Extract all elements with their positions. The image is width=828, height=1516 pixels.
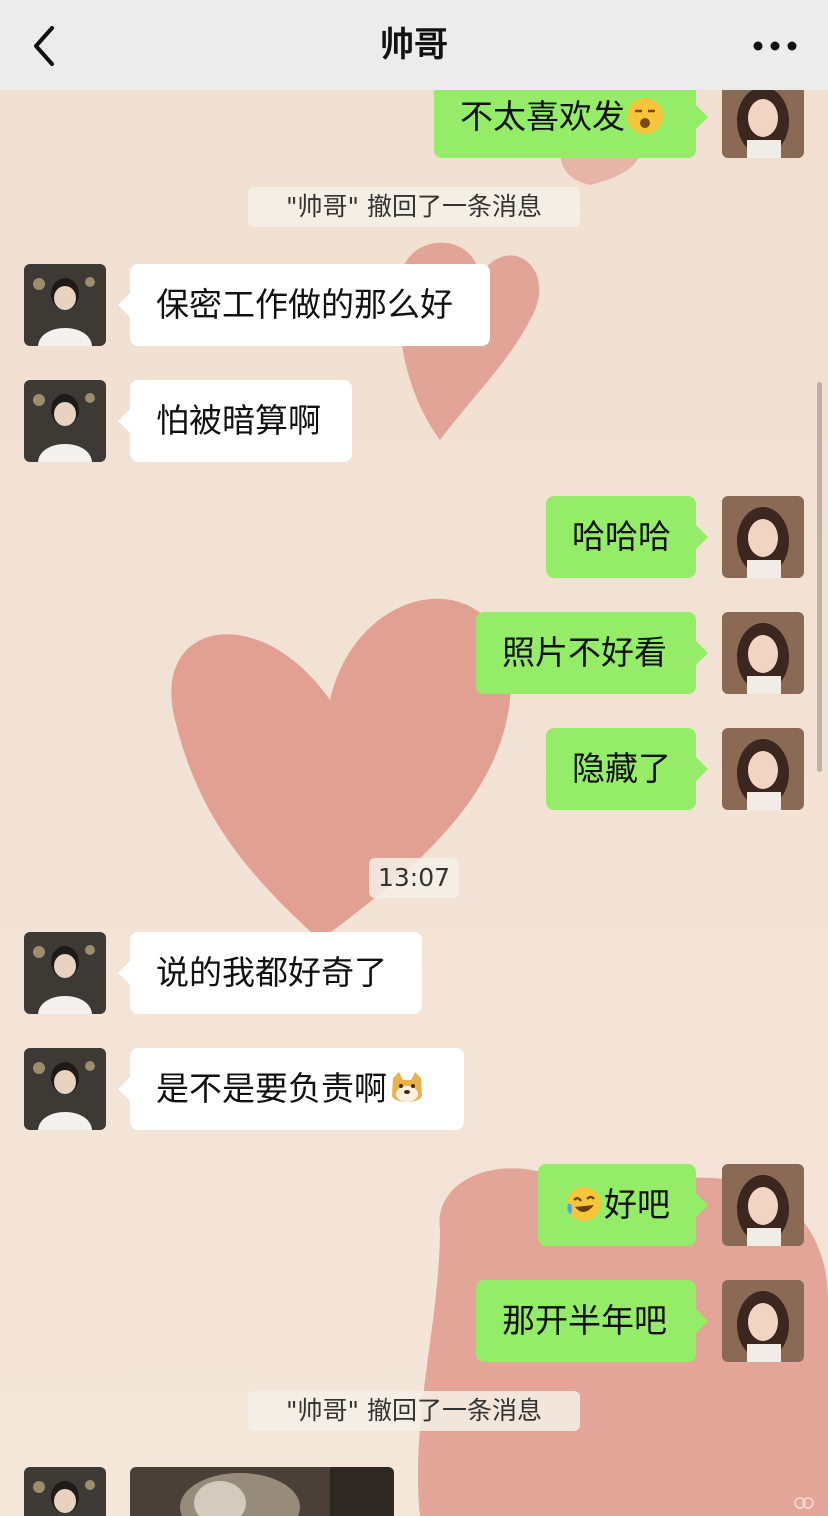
message-bubble[interactable]: 保密工作做的那么好	[118, 264, 490, 346]
sleepy-face-emoji	[627, 97, 663, 134]
avatar-other[interactable]	[24, 264, 106, 346]
message-bubble[interactable]: 那开半年吧	[476, 1280, 708, 1362]
avatar-me[interactable]	[722, 728, 804, 810]
chat-title: 帅哥	[380, 25, 448, 65]
watermark-icon	[794, 1497, 814, 1509]
scrollbar[interactable]	[817, 382, 822, 772]
message-bubble[interactable]: 怕被暗算啊	[118, 380, 352, 462]
message-text: 好吧	[604, 1185, 670, 1224]
message-text: 哈哈哈	[572, 517, 671, 556]
message-bubble[interactable]: 说的我都好奇了	[118, 932, 422, 1014]
message-text: 保密工作做的那么好	[156, 285, 453, 324]
message-text: 说的我都好奇了	[156, 953, 387, 992]
message-bubble[interactable]: 哈哈哈	[546, 496, 708, 578]
chevron-left-icon[interactable]	[24, 22, 68, 70]
chat-header: 帅哥	[0, 0, 828, 90]
message-text: 隐藏了	[572, 749, 671, 788]
message-bubble[interactable]: 隐藏了	[546, 728, 708, 810]
avatar-other[interactable]	[24, 932, 106, 1014]
avatar-me[interactable]	[722, 496, 804, 578]
avatar-me[interactable]	[722, 1164, 804, 1246]
avatar-other[interactable]	[24, 380, 106, 462]
message-text: 照片不好看	[502, 633, 667, 672]
message-bubble[interactable]: 照片不好看	[476, 612, 708, 694]
chat-screen: 帅哥 不太喜欢发 "帅哥" 撤回了一条消息 保密工作做的那么好 怕被暗算啊 哈哈…	[0, 0, 828, 1516]
avatar-me[interactable]	[722, 1280, 804, 1362]
avatar-me[interactable]	[722, 612, 804, 694]
image-message[interactable]	[130, 1467, 394, 1516]
message-text: 不太喜欢发	[460, 97, 625, 136]
more-dots-icon[interactable]	[750, 28, 800, 64]
message-bubble[interactable]: 好吧	[538, 1164, 708, 1246]
recall-notice: "帅哥" 撤回了一条消息	[248, 187, 580, 227]
doge-emoji	[392, 1071, 422, 1102]
recall-notice: "帅哥" 撤回了一条消息	[248, 1391, 580, 1431]
timestamp: 13:07	[369, 858, 459, 898]
message-text: 是不是要负责啊	[156, 1069, 387, 1108]
message-bubble[interactable]: 是不是要负责啊	[118, 1048, 464, 1130]
avatar-other[interactable]	[24, 1467, 106, 1516]
avatar-other[interactable]	[24, 1048, 106, 1130]
message-text: 怕被暗算啊	[156, 401, 321, 440]
message-text: 那开半年吧	[502, 1301, 667, 1340]
laugh-cry-emoji	[567, 1186, 601, 1221]
